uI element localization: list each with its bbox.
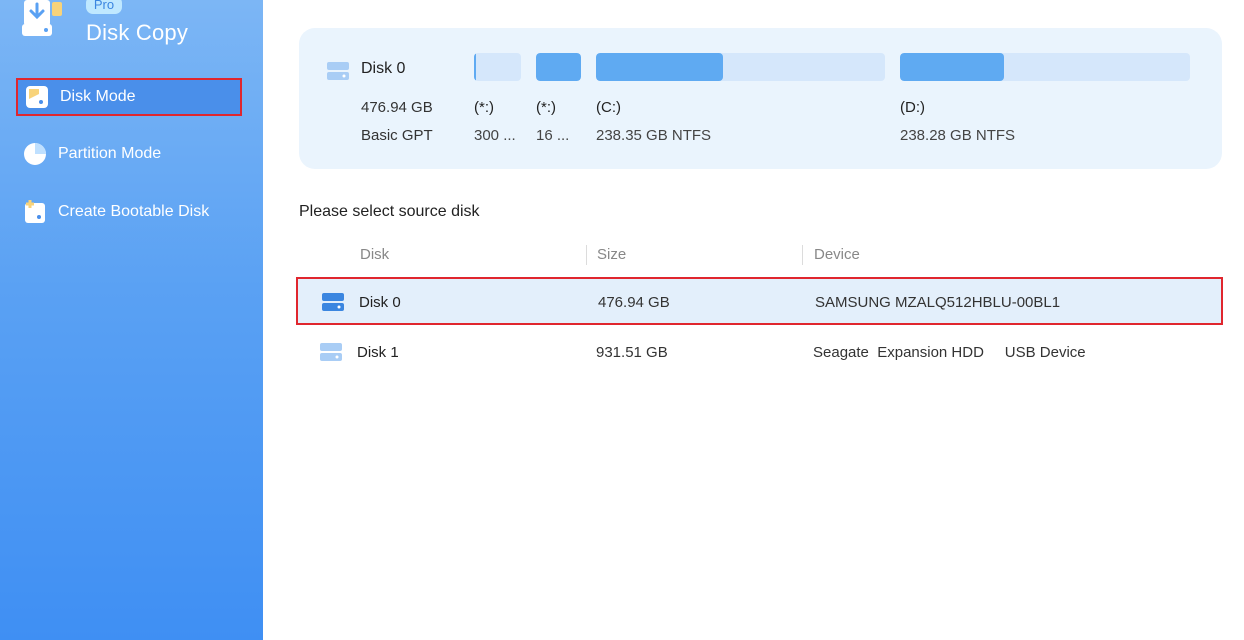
disk-icon [327,62,349,85]
column-header-size[interactable]: Size [597,246,626,263]
partition-bar-2[interactable] [536,53,581,81]
partition-info-c: 238.35 GB NTFS [596,127,712,144]
disk-copy-logo-icon [22,0,64,38]
partition-fill-1 [474,53,477,81]
bootable-disk-icon [22,199,48,225]
partition-label-c: (C:) [596,99,621,116]
partition-label-d: (D:) [900,99,925,116]
partition-label-1: (*:) [474,99,494,116]
disk-map-card[interactable]: Disk 0 476.94 GB Basic GPT (*:) (*:) (C:… [299,28,1222,169]
nav-create-bootable-disk-label: Create Bootable Disk [58,203,210,220]
disk-icon [322,293,344,316]
nav-create-bootable-disk[interactable]: Create Bootable Disk [16,193,242,231]
partition-bar-1[interactable] [474,53,521,81]
column-divider[interactable] [586,245,587,265]
partition-fill-c [596,53,724,81]
disk-icon [320,343,342,366]
app-title: Disk Copy [86,20,189,45]
partition-info-2: 16 ... [536,127,570,144]
nav-partition-mode[interactable]: Partition Mode [16,135,242,173]
disk-row-device: SAMSUNG MZALQ512HBLU-00BL1 [815,294,1061,311]
section-title: Please select source disk [299,203,480,220]
pie-chart-icon [22,141,48,167]
disk-map-type: Basic GPT [361,127,433,144]
nav-disk-mode-label: Disk Mode [60,88,136,105]
column-divider[interactable] [802,245,803,265]
disk-mode-icon [24,84,50,110]
disk-row-0[interactable]: Disk 0 476.94 GB SAMSUNG MZALQ512HBLU-00… [296,277,1223,325]
pro-badge: Pro [86,0,122,14]
partition-bar-c[interactable] [596,53,885,81]
column-header-device[interactable]: Device [814,246,860,263]
partition-fill-2 [536,53,581,81]
disk-row-name: Disk 0 [359,294,401,311]
nav-partition-mode-label: Partition Mode [58,145,162,162]
disk-row-size: 931.51 GB [596,344,668,361]
nav-disk-mode[interactable]: Disk Mode [16,78,242,116]
disk-row-1[interactable]: Disk 1 931.51 GB Seagate Expansion HDD U… [296,327,1223,375]
disk-map-name: Disk 0 [361,60,406,77]
partition-label-2: (*:) [536,99,556,116]
partition-bar-d[interactable] [900,53,1190,81]
disk-map-size: 476.94 GB [361,99,433,116]
disk-row-size: 476.94 GB [598,294,670,311]
column-header-disk[interactable]: Disk [360,246,389,263]
partition-fill-d [900,53,1005,81]
sidebar: Pro Disk Copy Disk Mode Partition Mode C… [0,0,263,640]
disk-row-name: Disk 1 [357,344,399,361]
partition-info-d: 238.28 GB NTFS [900,127,1016,144]
partition-info-1: 300 ... [474,127,516,144]
disk-row-device: Seagate Expansion HDD USB Device [813,344,1086,361]
app-window: Pro Disk Copy Disk Mode Partition Mode C… [0,0,1244,640]
